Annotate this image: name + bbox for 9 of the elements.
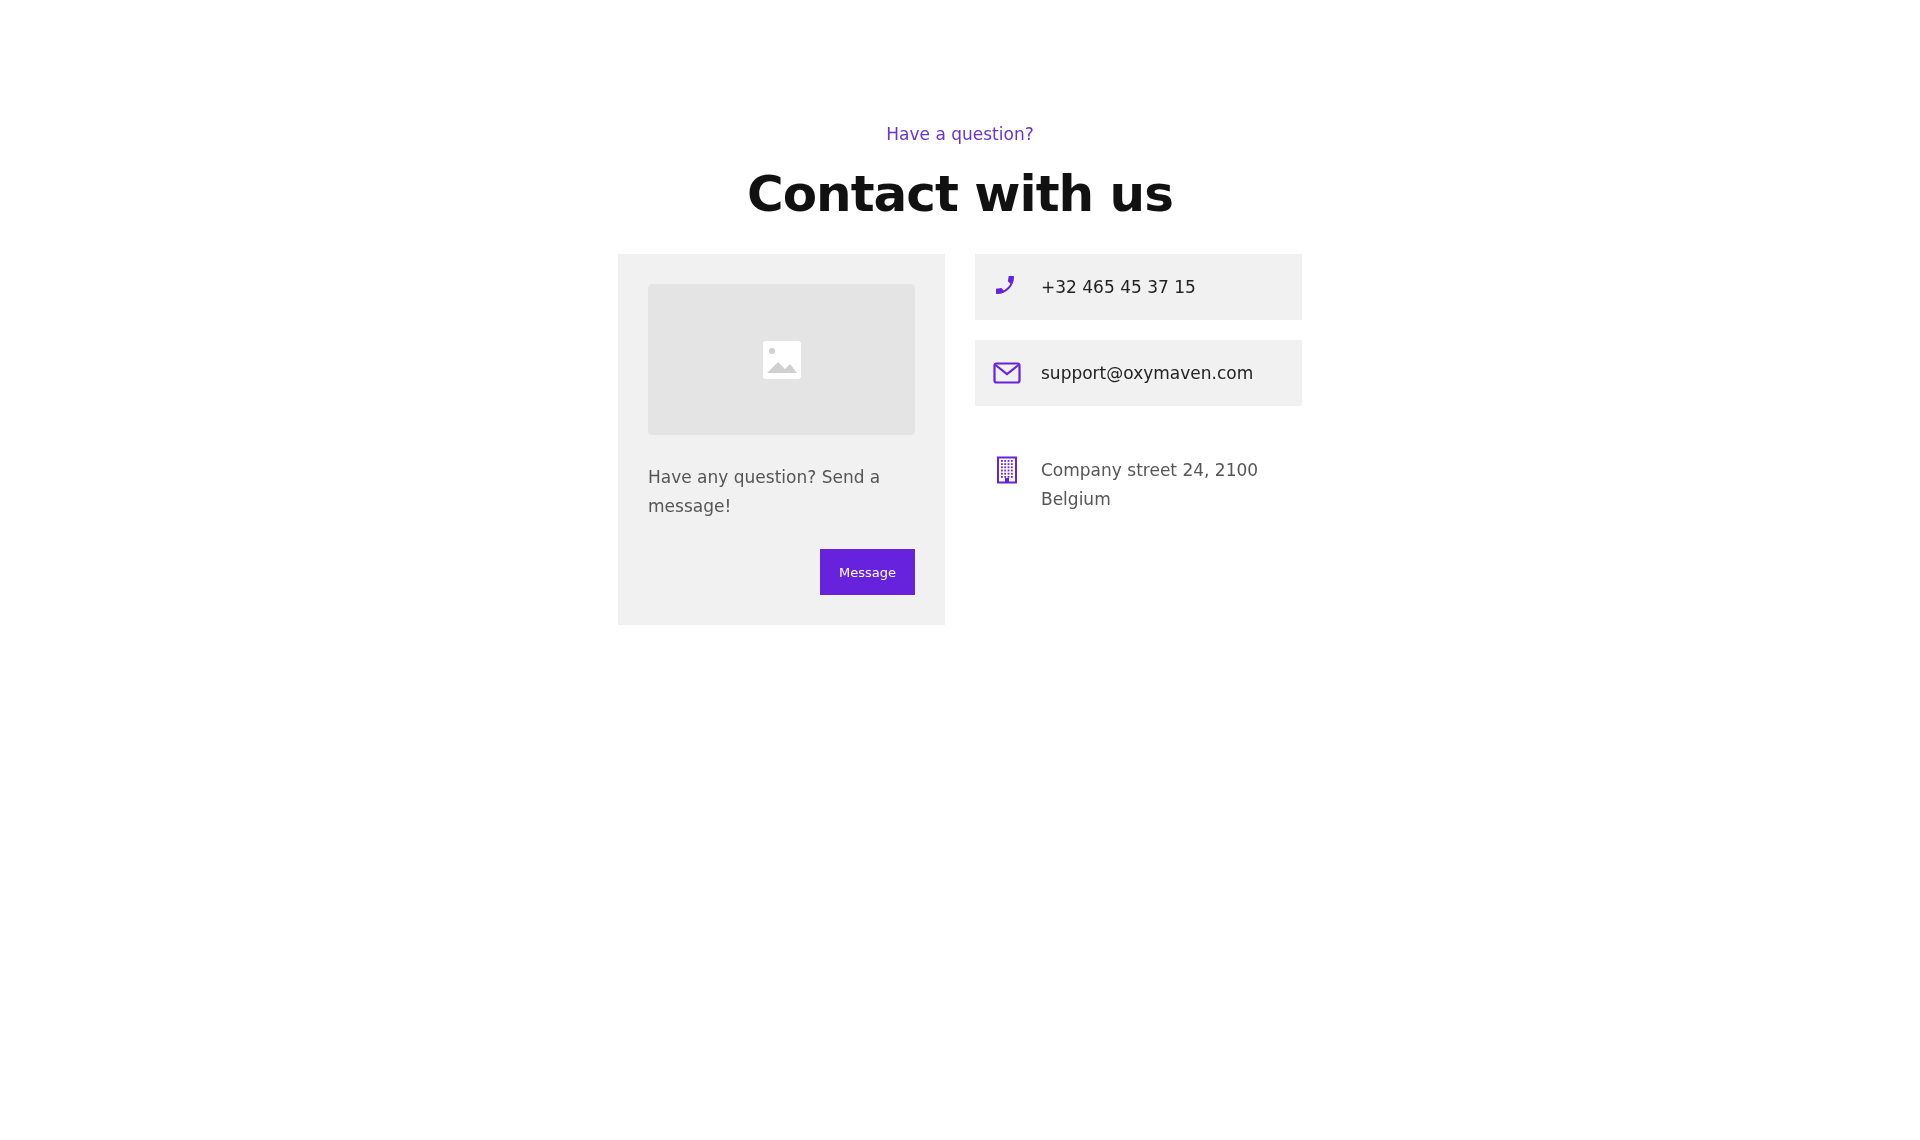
- message-button[interactable]: Message: [820, 549, 915, 595]
- section-eyebrow: Have a question?: [886, 123, 1034, 146]
- image-icon: [762, 340, 801, 379]
- contact-text: +32 465 45 37 15: [1041, 275, 1196, 299]
- contact-text: support@oxymaven.com: [1041, 361, 1254, 385]
- section-title: Contact with us: [747, 164, 1173, 225]
- contact-text: Company street 24, 2100 Belgium: [1041, 459, 1260, 511]
- message-prompt: Have any question? Send a message!: [648, 466, 882, 518]
- envelope-icon: [993, 359, 1021, 387]
